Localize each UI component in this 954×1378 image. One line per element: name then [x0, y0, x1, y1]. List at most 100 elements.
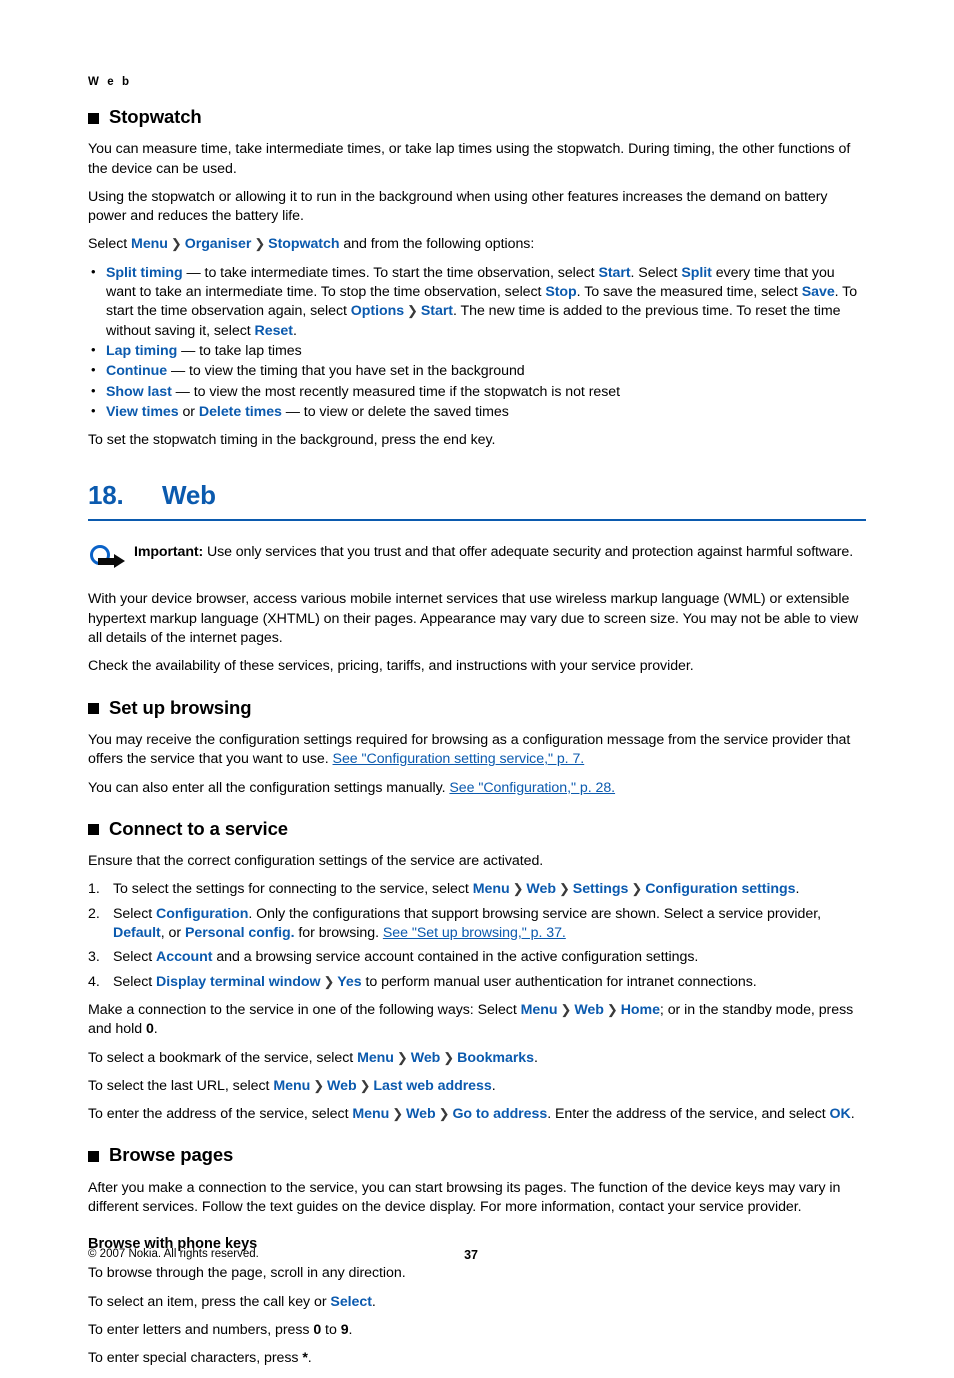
stopwatch-paragraph-2: Using the stopwatch or allowing it to ru… [88, 188, 828, 225]
text-run: . Enter the address of the service, and … [547, 1106, 830, 1123]
ui-term[interactable]: Home [621, 1002, 660, 1018]
text-run: . [795, 881, 800, 898]
text-run: To select the last URL, select [88, 1077, 274, 1094]
text-run: Select [113, 973, 157, 990]
ui-term[interactable]: Go to address [452, 1106, 547, 1122]
ui-term[interactable]: Reset [255, 323, 293, 339]
text-run: . Only the configurations that support b… [248, 905, 821, 922]
text-run: to [321, 1322, 341, 1339]
text-run: . [371, 1293, 376, 1310]
section-heading-stopwatch: Stopwatch [88, 106, 866, 128]
text-run: To browse through the page, scroll in an… [88, 1265, 406, 1282]
ui-term[interactable]: Menu [273, 1078, 310, 1094]
ui-term[interactable]: Stop [545, 284, 576, 300]
list-item: Lap timing — to take lap times [88, 341, 866, 361]
option-term[interactable]: Continue [106, 363, 167, 379]
ui-term[interactable]: Web [574, 1002, 604, 1018]
ui-term[interactable]: Web [406, 1106, 436, 1122]
cross-reference-link[interactable]: See "Set up browsing," p. 37. [383, 925, 566, 941]
cross-reference-link-configuration-setting-service[interactable]: See "Configuration setting service," p. … [333, 751, 585, 767]
option-term[interactable]: Lap timing [106, 343, 177, 359]
ui-term[interactable]: Menu [357, 1050, 394, 1066]
chevron-separator-icon: ❯ [407, 303, 418, 319]
menu-path-menu[interactable]: Menu [131, 236, 168, 252]
chevron-separator-icon: ❯ [438, 1106, 450, 1122]
text-run: — to view the most recently measured tim… [171, 383, 621, 400]
chevron-separator-icon: ❯ [512, 881, 524, 897]
option-term[interactable]: Split timing [106, 265, 183, 281]
chevron-separator-icon: ❯ [396, 1049, 408, 1065]
list-item: Select Display terminal window ❯ Yes to pe… [88, 973, 866, 993]
text-run: . Select [630, 264, 682, 281]
square-bullet-icon [88, 112, 99, 124]
text-run: To select a bookmark of the service, sel… [88, 1049, 358, 1066]
key-label: 0 [313, 1322, 322, 1339]
menu-path-stopwatch[interactable]: Stopwatch [268, 236, 339, 252]
stopwatch-paragraph-1: You can measure time, take intermediate … [88, 141, 851, 177]
section-heading-browse-pages: Browse pages [88, 1144, 866, 1166]
cross-reference-link-configuration[interactable]: See "Configuration," p. 28. [449, 780, 615, 796]
text-run: and a browsing service account contained… [212, 949, 699, 966]
ui-term[interactable]: Yes [337, 974, 361, 990]
text-run: . [348, 1322, 353, 1339]
chevron-separator-icon: ❯ [560, 1001, 572, 1017]
ui-term[interactable]: Web [411, 1050, 441, 1066]
ui-term[interactable]: Personal config. [185, 925, 295, 941]
connect-service-intro: Ensure that the correct configuration se… [88, 853, 544, 870]
ui-term[interactable]: Start [421, 303, 453, 319]
ui-term[interactable]: Web [327, 1078, 357, 1094]
text-run: Make a connection to the service in one … [88, 1001, 521, 1018]
text-run: . To save the measured time, select [576, 284, 802, 301]
ui-term[interactable]: Menu [521, 1002, 558, 1018]
paragraph: To enter special characters, press *. [88, 1349, 866, 1368]
menu-path-organiser[interactable]: Organiser [185, 236, 252, 252]
option-term[interactable]: View times [106, 404, 179, 420]
paragraph: To enter the address of the service, sel… [88, 1105, 866, 1124]
ui-term[interactable]: OK [830, 1106, 851, 1122]
ui-term[interactable]: Display terminal window [156, 974, 320, 990]
important-note: Important: Use only services that you tr… [88, 543, 866, 574]
ui-term[interactable]: Configuration settings [645, 881, 795, 897]
ui-term[interactable]: Last web address [373, 1078, 491, 1094]
ui-term[interactable]: Menu [352, 1106, 389, 1122]
ui-term[interactable]: Web [526, 881, 556, 897]
important-note-text: Important: Use only services that you tr… [134, 543, 866, 562]
chevron-separator-icon: ❯ [606, 1001, 618, 1017]
paragraph: To enter letters and numbers, press 0 to… [88, 1321, 866, 1340]
chapter-title-label: Web [162, 479, 216, 510]
text-run: , or [160, 924, 185, 941]
chevron-separator-icon: ❯ [558, 881, 570, 897]
ui-term[interactable]: Settings [573, 881, 629, 897]
stopwatch-menu-path: Select Menu ❯ Organiser ❯ Stopwatch and from… [88, 235, 866, 254]
setup-browsing-text-2: You can also enter all the configuration… [88, 779, 450, 796]
chevron-separator-icon: ❯ [631, 881, 643, 897]
ui-term[interactable]: Save [802, 284, 835, 300]
text-run: — to take lap times [177, 343, 302, 359]
ui-term[interactable]: Menu [473, 881, 510, 897]
setup-browsing-paragraph-2: You can also enter all the configuration… [88, 779, 866, 798]
ui-term[interactable]: Delete times [199, 404, 282, 420]
text-run: . [153, 1021, 158, 1038]
chevron-separator-icon: ❯ [392, 1106, 404, 1122]
ui-term[interactable]: Start [598, 265, 630, 281]
ui-term[interactable]: Options [351, 303, 404, 319]
page-number: 37 [464, 1248, 478, 1262]
connect-service-steps: To select the settings for connecting to… [88, 880, 866, 992]
important-label: Important: [134, 544, 204, 561]
ui-term[interactable]: Bookmarks [457, 1050, 534, 1066]
list-item: Select Account and a browsing service ac… [88, 948, 866, 968]
connect-service-paragraphs: Make a connection to the service in one … [88, 1001, 866, 1125]
key-label: 9 [340, 1322, 349, 1339]
ui-term[interactable]: Split [681, 265, 712, 281]
ui-term[interactable]: Select [330, 1294, 372, 1310]
select-tail: and from the following options: [343, 236, 535, 253]
ui-term[interactable]: Account [156, 949, 212, 965]
page-content: Stopwatch You can measure time, take int… [88, 106, 866, 1378]
ui-term[interactable]: Configuration [156, 906, 248, 922]
stopwatch-paragraph-3: To set the stopwatch timing in the backg… [88, 432, 496, 449]
ui-term[interactable]: Default [113, 925, 161, 941]
document-page: W e b Stopwatch You can measure time, ta… [88, 0, 866, 1366]
chapter-title: 18. Web [88, 479, 866, 522]
option-term[interactable]: Show last [106, 384, 172, 400]
chevron-separator-icon: ❯ [359, 1077, 371, 1093]
